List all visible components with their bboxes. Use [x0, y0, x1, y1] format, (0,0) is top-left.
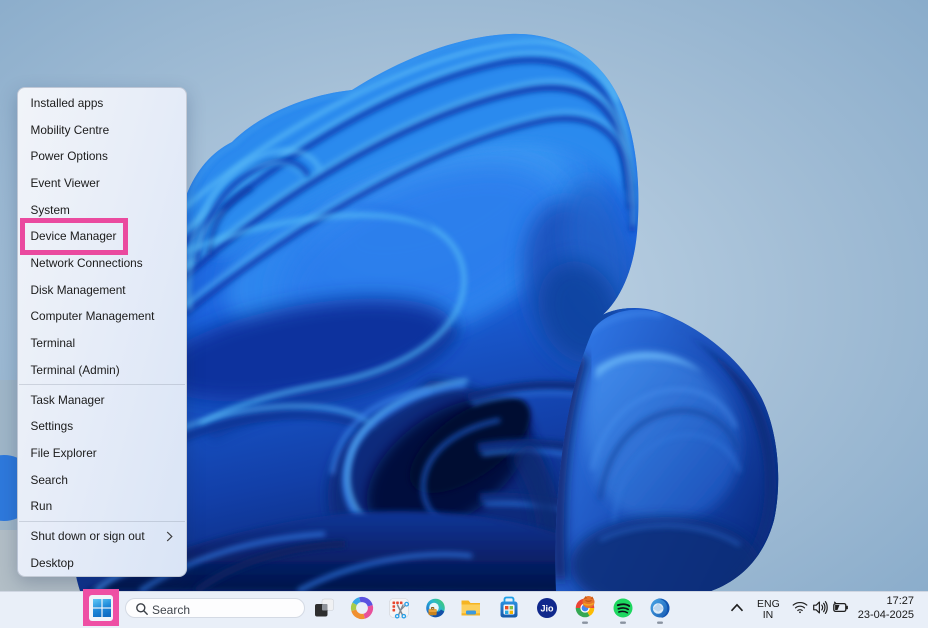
svg-text:Jio: Jio	[540, 603, 554, 613]
